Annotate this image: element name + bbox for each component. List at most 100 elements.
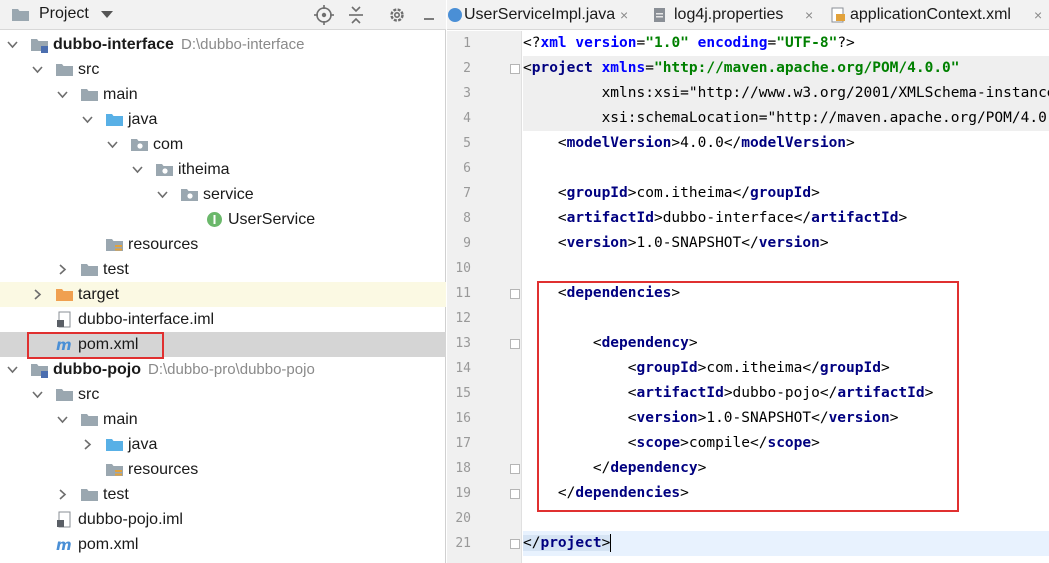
tree-node[interactable]: test: [0, 482, 446, 507]
code-line[interactable]: <version>1.0-SNAPSHOT</version>: [523, 231, 1049, 256]
folder-icon: [81, 489, 98, 501]
code-line[interactable]: [523, 156, 1049, 181]
tree-node[interactable]: main: [0, 407, 446, 432]
code-line[interactable]: <dependency>: [523, 331, 1049, 356]
tree-node[interactable]: dubbo-pojo D:\dubbo-pro\dubbo-pojo: [0, 357, 446, 382]
tree-node[interactable]: resources: [0, 232, 446, 257]
code-line[interactable]: </dependency>: [523, 456, 1049, 481]
tree-node[interactable]: m pom.xml: [0, 532, 446, 557]
code-line[interactable]: <version>1.0-SNAPSHOT</version>: [523, 406, 1049, 431]
gear-icon[interactable]: [386, 4, 408, 26]
code-line[interactable]: xsi:schemaLocation="http://maven.apache.…: [523, 106, 1049, 131]
tab-log4j-properties[interactable]: log4j.properties ×: [652, 0, 820, 29]
tree-node[interactable]: src: [0, 382, 446, 407]
chevron-right-icon[interactable]: [32, 289, 43, 300]
tree-node[interactable]: itheima: [0, 157, 446, 182]
chevron-down-icon[interactable]: [32, 64, 43, 75]
tree-node[interactable]: resources: [0, 457, 446, 482]
editor-tab-bar: UserServiceImpl.java × log4j.properties …: [447, 0, 1049, 30]
close-tab-icon[interactable]: ×: [620, 0, 628, 29]
view-selector-chevron-down-icon[interactable]: [101, 11, 113, 18]
code-line[interactable]: <groupId>com.itheima</groupId>: [523, 181, 1049, 206]
chevron-down-icon[interactable]: [7, 39, 18, 50]
line-number: 13: [455, 336, 471, 351]
tree-node[interactable]: dubbo-interface D:\dubbo-interface: [0, 32, 446, 57]
tree-node[interactable]: target: [0, 282, 446, 307]
tree-node-label: dubbo-interface.iml: [78, 311, 215, 328]
chevron-down-icon[interactable]: [157, 189, 168, 200]
tree-node[interactable]: UserService: [0, 207, 446, 232]
chevron-down-icon[interactable]: [7, 364, 18, 375]
fold-marker-icon[interactable]: [510, 539, 520, 549]
project-tool-window: Project dubbo-interface D:\dubbo-interfac…: [0, 0, 446, 563]
tab-userserviceimpl-java[interactable]: UserServiceImpl.java ×: [447, 0, 645, 29]
fold-marker-icon[interactable]: [510, 464, 520, 474]
close-tab-icon[interactable]: ×: [1034, 0, 1042, 29]
line-number: 7: [463, 186, 471, 201]
tree-node[interactable]: main: [0, 82, 446, 107]
code-line[interactable]: [523, 306, 1049, 331]
tree-node[interactable]: java: [0, 432, 446, 457]
line-number-gutter[interactable]: 1 2 3 4 5 6 7 8 9 10 11 12 13 14 15 16 17 18 19 20 21: [447, 31, 522, 563]
chevron-right-icon[interactable]: [57, 489, 68, 500]
tree-node-label: service: [203, 186, 254, 203]
code-line[interactable]: [523, 256, 1049, 281]
module-path: D:\dubbo-interface: [181, 36, 305, 53]
code-editor[interactable]: <?xml version="1.0" encoding="UTF-8"?> <p…: [523, 31, 1049, 563]
line-number: 20: [455, 511, 471, 526]
chevron-right-icon[interactable]: [82, 439, 93, 450]
tree-node-label: test: [103, 261, 129, 278]
fold-marker-icon[interactable]: [510, 289, 520, 299]
line-number: 9: [463, 236, 471, 251]
fold-marker-icon[interactable]: [510, 489, 520, 499]
line-number: 2: [463, 61, 471, 76]
line-number: 6: [463, 161, 471, 176]
chevron-down-icon[interactable]: [32, 389, 43, 400]
chevron-right-icon[interactable]: [57, 264, 68, 275]
code-line[interactable]: [523, 506, 1049, 531]
code-line[interactable]: <artifactId>dubbo-pojo</artifactId>: [523, 381, 1049, 406]
hide-panel-icon[interactable]: [418, 4, 440, 26]
chevron-down-icon[interactable]: [57, 414, 68, 425]
fold-marker-icon[interactable]: [510, 64, 520, 74]
locate-file-icon[interactable]: [313, 4, 335, 26]
project-panel-header: Project: [0, 0, 446, 30]
tree-node[interactable]: dubbo-pojo.iml: [0, 507, 446, 532]
chevron-down-icon[interactable]: [57, 89, 68, 100]
tree-node[interactable]: m pom.xml: [0, 332, 446, 357]
close-tab-icon[interactable]: ×: [805, 0, 813, 29]
tree-node-label: UserService: [228, 211, 316, 228]
tree-node[interactable]: java: [0, 107, 446, 132]
svg-text:m: m: [56, 336, 72, 353]
chevron-down-icon[interactable]: [82, 114, 93, 125]
tree-node-label: dubbo-pojo: [53, 361, 141, 378]
code-line[interactable]: <?xml version="1.0" encoding="UTF-8"?>: [523, 31, 1049, 56]
chevron-down-icon[interactable]: [107, 139, 118, 150]
module-path: D:\dubbo-pro\dubbo-pojo: [148, 361, 315, 378]
code-line[interactable]: <scope>compile</scope>: [523, 431, 1049, 456]
folder-icon: [81, 89, 98, 101]
code-line[interactable]: </project>: [523, 531, 1049, 556]
code-line[interactable]: xmlns:xsi="http://www.w3.org/2001/XMLSch…: [523, 81, 1049, 106]
tree-node-label: src: [78, 61, 100, 78]
chevron-down-icon[interactable]: [132, 164, 143, 175]
code-line[interactable]: <dependencies>: [523, 281, 1049, 306]
code-line[interactable]: <project xmlns="http://maven.apache.org/…: [523, 56, 1049, 81]
source-root-icon: [106, 114, 123, 126]
project-view-title[interactable]: Project: [39, 5, 89, 23]
collapse-all-icon[interactable]: [345, 4, 367, 26]
code-line[interactable]: </dependencies>: [523, 481, 1049, 506]
line-number: 12: [455, 311, 471, 326]
tree-node[interactable]: dubbo-interface.iml: [0, 307, 446, 332]
folder-icon: [56, 389, 73, 401]
tab-applicationcontext-xml[interactable]: applicationContext.xml ×: [830, 0, 1049, 29]
code-line[interactable]: <modelVersion>4.0.0</modelVersion>: [523, 131, 1049, 156]
fold-marker-icon[interactable]: [510, 339, 520, 349]
tree-node[interactable]: service: [0, 182, 446, 207]
line-number: 15: [455, 386, 471, 401]
tree-node[interactable]: com: [0, 132, 446, 157]
code-line[interactable]: <artifactId>dubbo-interface</artifactId>: [523, 206, 1049, 231]
tree-node[interactable]: test: [0, 257, 446, 282]
code-line[interactable]: <groupId>com.itheima</groupId>: [523, 356, 1049, 381]
tree-node[interactable]: src: [0, 57, 446, 82]
